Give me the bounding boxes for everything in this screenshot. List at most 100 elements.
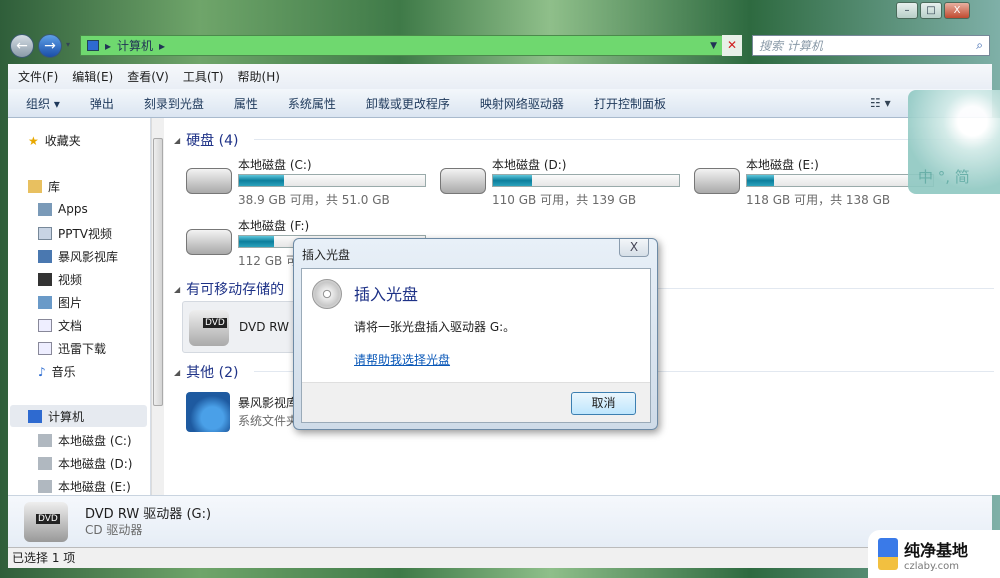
breadcrumb-computer[interactable]: 计算机 xyxy=(117,37,153,54)
sidebar-item-apps[interactable]: Apps xyxy=(38,202,88,216)
computer-icon xyxy=(87,40,99,51)
dialog-close-button[interactable]: X xyxy=(619,239,649,257)
dvd-drive-icon: DVD xyxy=(24,502,68,542)
library-icon xyxy=(28,180,42,193)
sidebar-computer[interactable]: 计算机 xyxy=(10,405,147,427)
drive-c[interactable]: 本地磁盘 (C:) 38.9 GB 可用，共 51.0 GB xyxy=(186,156,426,208)
minimize-button[interactable]: – xyxy=(896,2,918,19)
back-button[interactable]: ← xyxy=(10,34,34,58)
drive-name: 本地磁盘 (F:) xyxy=(238,219,310,233)
insert-disc-dialog: 插入光盘 X 插入光盘 请将一张光盘插入驱动器 G:。 请帮助我选择光盘 取消 xyxy=(293,238,658,430)
address-bar[interactable]: ▸ 计算机 ▸ ▼ ✕ xyxy=(80,35,742,56)
sidebar-drive-e[interactable]: 本地磁盘 (E:) xyxy=(38,478,131,495)
organize-button[interactable]: 组织 ▾ xyxy=(26,95,60,112)
drive-icon xyxy=(38,480,52,493)
sidebar-item-thunder[interactable]: 迅雷下载 xyxy=(38,340,106,357)
dvd-drive-name: DVD RW xyxy=(239,320,290,334)
group-header-hdd[interactable]: ◢ 硬盘 (4) xyxy=(174,130,238,150)
search-input[interactable]: 搜索 计算机 ⌕ xyxy=(752,35,990,56)
sidebar-drive-d[interactable]: 本地磁盘 (D:) xyxy=(38,455,132,472)
breadcrumb-separator: ▸ xyxy=(105,38,112,53)
film-icon xyxy=(38,273,52,286)
system-properties-button[interactable]: 系统属性 xyxy=(288,95,336,112)
label: 本地磁盘 (D:) xyxy=(58,457,133,471)
drive-name: 本地磁盘 (C:) xyxy=(238,158,312,172)
sidebar-item-pptv[interactable]: PPTV视频 xyxy=(38,225,112,242)
document-icon xyxy=(38,319,52,332)
computer-icon xyxy=(28,409,42,423)
sidebar-item-videos[interactable]: 视频 xyxy=(38,271,82,288)
label: 计算机 xyxy=(48,409,85,424)
menu-tools[interactable]: 工具(T) xyxy=(183,68,224,85)
drive-size: 110 GB 可用，共 139 GB xyxy=(492,193,637,207)
label: 视频 xyxy=(58,273,83,287)
label: 本地磁盘 (C:) xyxy=(58,434,132,448)
uninstall-button[interactable]: 卸载或更改程序 xyxy=(366,95,450,112)
picture-icon xyxy=(38,296,52,309)
dvd-drive-icon: DVD xyxy=(189,310,229,346)
properties-button[interactable]: 属性 xyxy=(234,95,258,112)
details-title: DVD RW 驱动器 (G:) xyxy=(85,507,212,522)
watermark-logo: 纯净基地 czlaby.com xyxy=(868,530,1000,578)
ime-toolbar[interactable]: 中 °, 简 xyxy=(908,90,1000,194)
address-dropdown-icon[interactable]: ▼ xyxy=(710,41,717,51)
drive-size: 118 GB 可用，共 138 GB xyxy=(746,193,891,207)
map-drive-button[interactable]: 映射网络驱动器 xyxy=(480,95,564,112)
sidebar-library[interactable]: 库 xyxy=(28,178,60,195)
sidebar-scrollbar[interactable] xyxy=(151,118,164,495)
help-choose-disc-link[interactable]: 请帮助我选择光盘 xyxy=(354,351,450,368)
close-button[interactable]: X xyxy=(944,2,970,19)
menu-view[interactable]: 查看(V) xyxy=(127,68,169,85)
label: 文档 xyxy=(58,319,83,333)
dialog-message: 请将一张光盘插入驱动器 G:。 xyxy=(354,320,516,334)
menu-edit[interactable]: 编辑(E) xyxy=(72,68,113,85)
search-icon[interactable]: ⌕ xyxy=(976,38,983,53)
usage-bar xyxy=(492,174,680,187)
sidebar-item-pictures[interactable]: 图片 xyxy=(38,294,82,311)
sidebar-drive-c[interactable]: 本地磁盘 (C:) xyxy=(38,432,132,449)
drive-e[interactable]: 本地磁盘 (E:) 118 GB 可用，共 138 GB xyxy=(694,156,934,208)
control-panel-button[interactable]: 打开控制面板 xyxy=(594,95,666,112)
group-header-removable[interactable]: ◢ 有可移动存储的 xyxy=(174,279,284,299)
search-placeholder: 搜索 计算机 xyxy=(759,39,823,53)
scroll-thumb[interactable] xyxy=(153,138,163,406)
drive-icon xyxy=(440,168,486,194)
drive-icon xyxy=(38,457,52,470)
drive-icon xyxy=(694,168,740,194)
drive-name: 本地磁盘 (D:) xyxy=(492,158,567,172)
watermark-title: 纯净基地 xyxy=(904,540,969,560)
command-bar: 组织 ▾ 弹出 刻录到光盘 属性 系统属性 卸载或更改程序 映射网络驱动器 打开… xyxy=(8,89,992,118)
sidebar-item-music[interactable]: ♪ 音乐 xyxy=(38,363,76,380)
menu-file[interactable]: 文件(F) xyxy=(18,68,58,85)
ime-status: 中 °, 简 xyxy=(918,168,970,186)
windows-drive-icon xyxy=(186,168,232,194)
label: 暴风影视库 xyxy=(58,250,119,264)
navigation-pane: ★ 收藏夹 库 Apps PPTV视频 暴风影视库 视频 图片 文档 迅雷下载 ♪… xyxy=(8,118,151,495)
label: 收藏夹 xyxy=(44,134,81,148)
drive-d[interactable]: 本地磁盘 (D:) 110 GB 可用，共 139 GB xyxy=(440,156,680,208)
music-icon: ♪ xyxy=(38,364,46,379)
stop-icon[interactable]: ✕ xyxy=(722,35,742,56)
details-pane: DVD DVD RW 驱动器 (G:) CD 驱动器 xyxy=(8,495,992,547)
sidebar-item-baofeng[interactable]: 暴风影视库 xyxy=(38,248,118,265)
label: PPTV视频 xyxy=(58,227,113,241)
burn-button[interactable]: 刻录到光盘 xyxy=(144,95,204,112)
sidebar-favorites[interactable]: ★ 收藏夹 xyxy=(28,132,81,149)
maximize-button[interactable]: □ xyxy=(920,2,942,19)
eject-button[interactable]: 弹出 xyxy=(90,95,114,112)
menu-help[interactable]: 帮助(H) xyxy=(238,68,280,85)
cancel-button[interactable]: 取消 xyxy=(571,392,636,415)
sidebar-item-documents[interactable]: 文档 xyxy=(38,317,82,334)
recent-pages-dropdown[interactable]: ▾ xyxy=(66,40,70,49)
forward-button[interactable]: → xyxy=(38,34,62,58)
breadcrumb-separator: ▸ xyxy=(159,38,166,53)
group-header-other[interactable]: ◢ 其他 (2) xyxy=(174,362,238,382)
drive-icon xyxy=(186,229,232,255)
media-library-icon xyxy=(186,392,230,432)
item-type: 系统文件夹 xyxy=(238,414,299,428)
usage-fill xyxy=(239,236,275,247)
usage-fill xyxy=(239,175,284,186)
item-name: 暴风影视库 xyxy=(238,396,299,410)
view-options-icon[interactable]: ☷ ▾ xyxy=(870,96,891,110)
menu-bar: 文件(F) 编辑(E) 查看(V) 工具(T) 帮助(H) xyxy=(8,64,992,89)
